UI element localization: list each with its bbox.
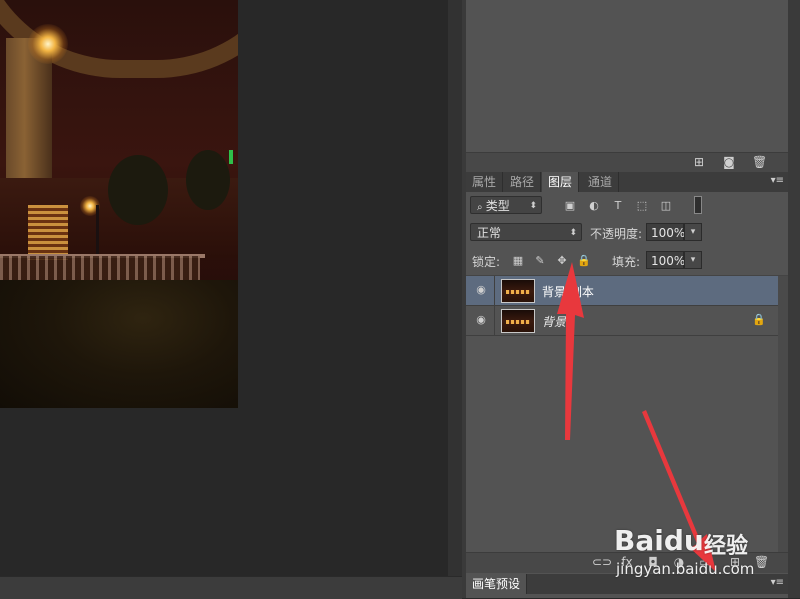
updown-arrow-icon: ⬍ xyxy=(529,201,537,211)
document-canvas[interactable] xyxy=(0,0,448,580)
adjustment-filter-icon[interactable]: ◐ xyxy=(586,199,602,213)
lock-icon: 🔒 xyxy=(752,313,766,326)
layer-row[interactable]: ◉ 背景 副本 xyxy=(466,276,778,306)
opacity-slider-button[interactable]: ▾ xyxy=(684,223,702,241)
panel-tab-bar: 属性 路径 图层 通道 ▾≡ xyxy=(466,172,788,193)
watermark-url: jingyan.baidu.com xyxy=(616,560,755,578)
lock-transparent-pixels-icon[interactable]: ▦ xyxy=(510,254,526,268)
status-bar xyxy=(0,576,462,599)
blend-mode-dropdown[interactable]: 正常 ⬍ xyxy=(470,223,582,241)
layer-name[interactable]: 背景 副本 xyxy=(542,283,594,300)
divider xyxy=(494,306,495,335)
fill-slider-button[interactable]: ▾ xyxy=(684,251,702,269)
layers-scrollbar[interactable] xyxy=(778,276,788,552)
new-snapshot-icon[interactable]: ⊞ xyxy=(692,156,706,169)
type-filter-icon[interactable]: T xyxy=(610,199,626,213)
tab-brush-presets[interactable]: 画笔预设 xyxy=(466,574,528,594)
layer-thumbnail xyxy=(501,309,535,333)
tab-layers[interactable]: 图层 xyxy=(542,172,580,192)
tab-paths[interactable]: 路径 xyxy=(504,172,542,192)
lock-image-pixels-icon[interactable]: ✎ xyxy=(532,254,548,268)
smart-object-filter-icon[interactable]: ◫ xyxy=(658,199,674,213)
fill-input[interactable]: 100% xyxy=(646,251,685,269)
panel-menu-icon[interactable]: ▾≡ xyxy=(771,175,784,186)
tree xyxy=(108,155,168,225)
eye-icon[interactable]: ◉ xyxy=(474,284,488,296)
history-panel xyxy=(466,0,788,152)
opacity-label: 不透明度: xyxy=(590,227,643,241)
layer-row[interactable]: ◉ 背景 🔒 xyxy=(466,306,778,336)
baidu-watermark: Baidu 经验 jingyan.baidu.com xyxy=(612,514,792,584)
lock-fill-row: 锁定: ▦ ✎ ✥ 🔒 填充: 100% ▾ xyxy=(466,247,788,276)
layer-name[interactable]: 背景 xyxy=(542,313,566,330)
layer-filter-row: ⌕ 类型 ⬍ ▣ ◐ T ⬚ ◫ xyxy=(466,192,788,221)
fill-label: 填充: xyxy=(612,255,641,269)
blend-mode-value: 正常 xyxy=(477,226,502,240)
layer-thumbnail xyxy=(501,279,535,303)
light-reflection xyxy=(28,205,68,260)
tree xyxy=(186,150,230,210)
watermark-brand: Baidu xyxy=(614,524,704,557)
lamp-light xyxy=(28,24,68,64)
green-light xyxy=(229,150,233,164)
image-filter-icon[interactable]: ▣ xyxy=(562,199,578,213)
foreground-bushes xyxy=(0,280,238,408)
lock-all-icon[interactable]: 🔒 xyxy=(576,254,592,268)
filter-toggle-icon[interactable] xyxy=(694,196,702,214)
link-layers-icon[interactable]: ⊂⊃ xyxy=(592,556,612,569)
kind-label: 类型 xyxy=(485,199,510,213)
tab-channels[interactable]: 通道 xyxy=(582,172,620,192)
eye-icon[interactable]: ◉ xyxy=(474,314,488,326)
blend-opacity-row: 正常 ⬍ 不透明度: 100% ▾ xyxy=(466,220,788,248)
layers-list: ◉ 背景 副本 ◉ 背景 🔒 xyxy=(466,276,788,552)
layer-kind-dropdown[interactable]: ⌕ 类型 ⬍ xyxy=(470,196,542,214)
search-icon: ⌕ xyxy=(477,202,486,213)
lock-position-icon[interactable]: ✥ xyxy=(554,254,570,268)
tab-properties[interactable]: 属性 xyxy=(466,172,504,192)
panel-dock: ⊞ ◙ 🗑 属性 路径 图层 通道 ▾≡ ⌕ 类型 ⬍ ▣ ◐ T ⬚ ◫ 正常… xyxy=(462,0,800,598)
shape-filter-icon[interactable]: ⬚ xyxy=(634,199,650,213)
history-panel-footer: ⊞ ◙ 🗑 xyxy=(466,152,788,173)
camera-icon[interactable]: ◙ xyxy=(722,156,736,169)
canvas-scrollbar[interactable] xyxy=(448,0,462,576)
opacity-input[interactable]: 100% xyxy=(646,223,685,241)
divider xyxy=(494,276,495,305)
updown-arrow-icon: ⬍ xyxy=(569,228,577,238)
watermark-brand-cn: 经验 xyxy=(704,534,749,559)
trash-icon[interactable]: 🗑 xyxy=(752,156,767,169)
lock-label: 锁定: xyxy=(472,255,501,269)
dock-scrollbar[interactable] xyxy=(788,0,800,598)
night-bridge-photo[interactable] xyxy=(0,0,238,408)
